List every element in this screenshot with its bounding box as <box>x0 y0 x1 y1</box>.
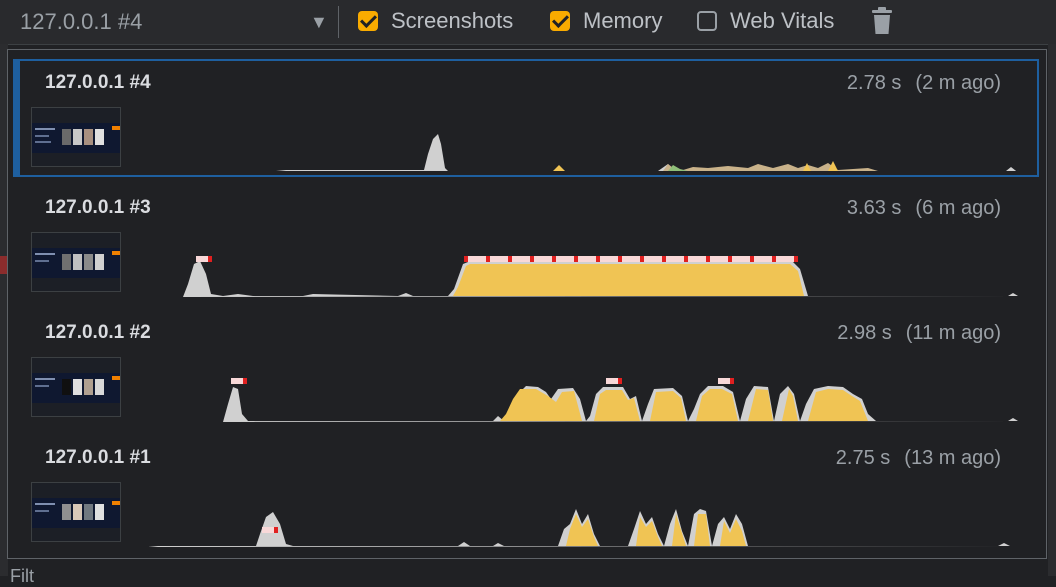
recording-overview-chart <box>128 509 1010 547</box>
filter-label: Filt <box>10 566 34 586</box>
recording-title: 127.0.0.1 #2 <box>45 322 151 343</box>
recording-item-1[interactable]: 127.0.0.1 #1 2.75 s (13 m ago) <box>13 434 1039 552</box>
recording-meta: 2.78 s (2 m ago) <box>847 72 1001 95</box>
toolbar-divider <box>338 6 339 38</box>
memory-checkbox[interactable]: Memory <box>550 8 662 34</box>
trash-icon[interactable] <box>870 7 894 35</box>
recording-screenshot-thumbnail <box>31 357 121 417</box>
dropdown-arrow-icon: ▼ <box>310 12 328 32</box>
recording-screenshot-thumbnail <box>31 482 121 542</box>
recording-ago: (11 m ago) <box>905 322 1001 344</box>
checkbox-checked-icon <box>358 11 378 31</box>
checkbox-checked-icon <box>550 11 570 31</box>
recording-title: 127.0.0.1 #4 <box>45 72 151 93</box>
recording-title: 127.0.0.1 #3 <box>45 197 151 218</box>
recording-item-4[interactable]: 127.0.0.1 #4 2.78 s (2 m ago) <box>13 59 1039 177</box>
recording-ago: (6 m ago) <box>915 197 1001 219</box>
performance-toolbar: 127.0.0.1 #4 ▼ Screenshots Memory Web Vi… <box>0 0 1056 45</box>
memory-label: Memory <box>583 8 663 33</box>
recording-duration: 2.98 s <box>837 322 892 344</box>
screenshots-label: Screenshots <box>391 8 514 33</box>
recording-ago: (2 m ago) <box>915 72 1001 94</box>
background-right-edge <box>1048 44 1056 576</box>
recording-overview-chart <box>128 256 1018 297</box>
recording-dropdown: 127.0.0.1 #4 2.78 s (2 m ago) 127.0.0.1 … <box>7 49 1047 559</box>
recording-meta: 3.63 s (6 m ago) <box>847 197 1001 220</box>
recording-meta: 2.75 s (13 m ago) <box>836 447 1001 470</box>
recording-ago: (13 m ago) <box>904 447 1001 469</box>
recording-title: 127.0.0.1 #1 <box>45 447 151 468</box>
checkbox-unchecked-icon <box>697 11 717 31</box>
recording-screenshot-thumbnail <box>31 107 121 167</box>
web-vitals-checkbox[interactable]: Web Vitals <box>697 8 834 34</box>
recording-duration: 3.63 s <box>846 197 902 219</box>
recording-overview-chart <box>128 134 1016 171</box>
recording-item-3[interactable]: 127.0.0.1 #3 3.63 s (6 m ago) <box>13 184 1039 302</box>
recording-screenshot-thumbnail <box>31 232 121 292</box>
recording-item-2[interactable]: 127.0.0.1 #2 2.98 s (11 m ago) <box>13 309 1039 427</box>
recording-duration: 2.78 s <box>846 72 902 94</box>
recording-meta: 2.98 s (11 m ago) <box>837 322 1001 345</box>
recording-select[interactable]: 127.0.0.1 #4 ▼ <box>20 0 330 44</box>
recording-duration: 2.75 s <box>835 447 891 469</box>
screenshots-checkbox[interactable]: Screenshots <box>358 8 513 34</box>
recording-overview-chart <box>128 378 1018 422</box>
web-vitals-label: Web Vitals <box>730 8 835 33</box>
recording-select-value: 127.0.0.1 #4 <box>20 9 143 34</box>
